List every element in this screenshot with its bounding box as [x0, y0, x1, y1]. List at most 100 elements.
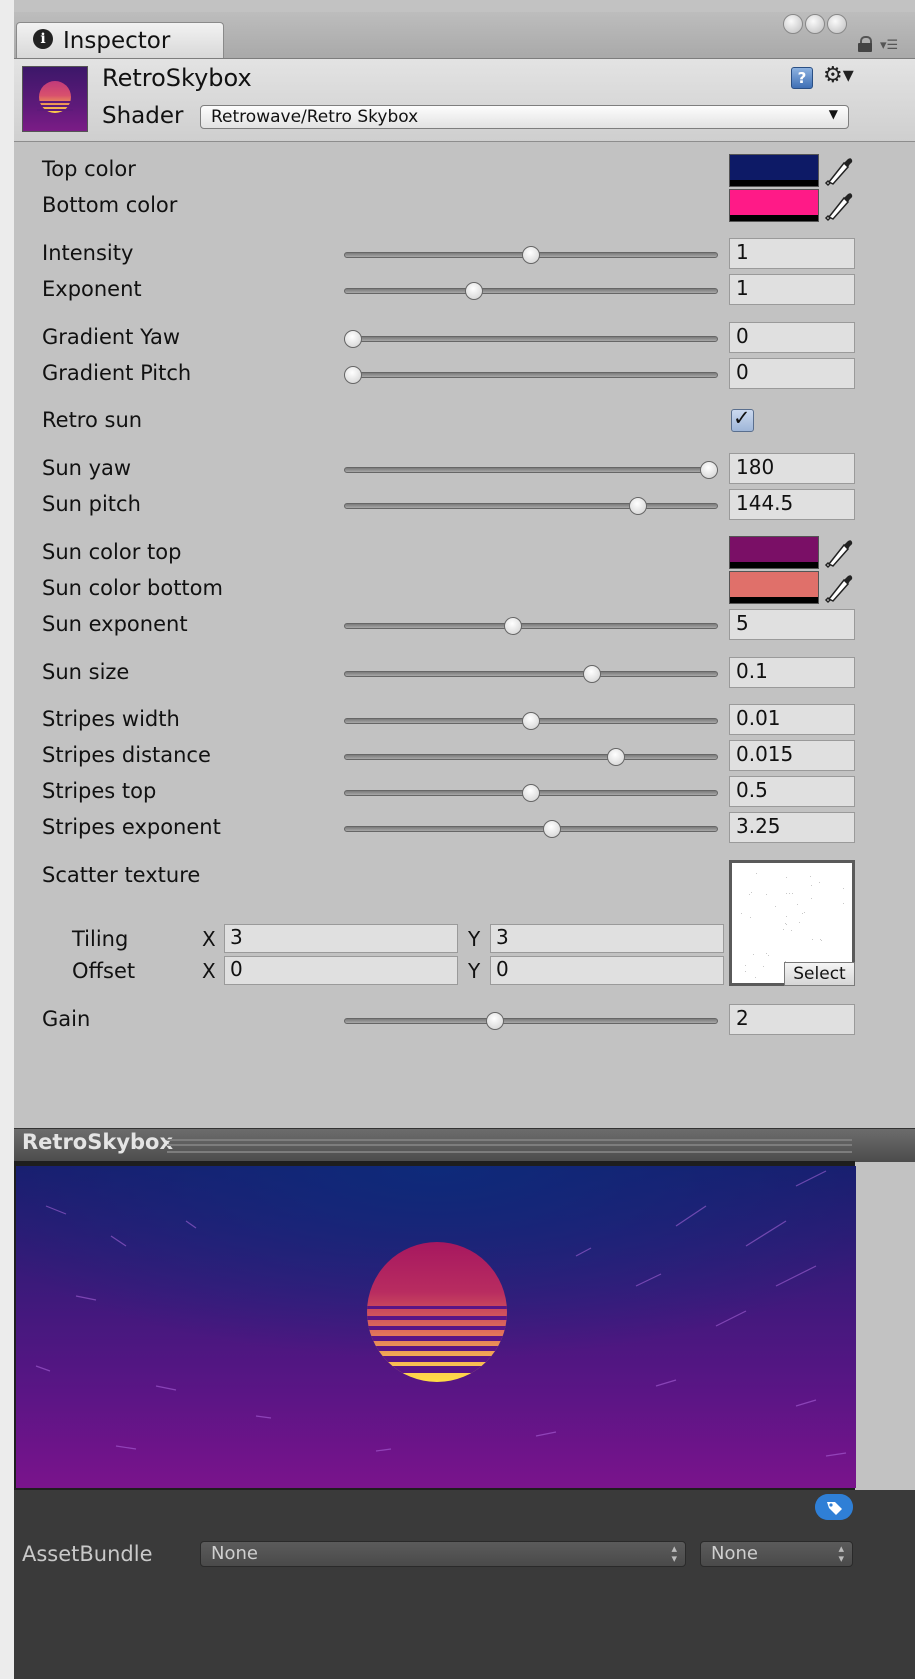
texture-speckle	[791, 893, 793, 895]
texture-speckle	[767, 954, 769, 956]
window-close-button[interactable]	[783, 14, 803, 34]
sun-size-field[interactable]: 0.1	[729, 657, 855, 688]
sun-exponent-slider[interactable]	[344, 623, 718, 629]
texture-speckle	[744, 970, 746, 972]
sun-size-slider[interactable]	[344, 671, 718, 677]
sun-yaw-slider[interactable]	[344, 467, 718, 473]
assetbundle-variant-dropdown[interactable]: None ▴ ▾	[700, 1541, 853, 1567]
texture-speckle	[786, 916, 788, 918]
texture-speckle	[786, 877, 788, 879]
eyedropper-icon[interactable]	[824, 570, 854, 604]
texture-select-button[interactable]: Select	[784, 962, 855, 986]
offset-label: Offset	[72, 959, 136, 983]
exponent-field[interactable]: 1	[729, 274, 855, 305]
gear-icon[interactable]: ⚙▾	[823, 63, 854, 88]
eyedropper-icon[interactable]	[824, 153, 854, 187]
texture-speckle	[753, 953, 755, 955]
stripes-distance-field[interactable]: 0.015	[729, 740, 855, 771]
window-minimize-button[interactable]	[805, 14, 825, 34]
window-zoom-button[interactable]	[827, 14, 847, 34]
texture-speckle	[843, 888, 845, 890]
texture-speckle	[751, 892, 753, 894]
menu-icon[interactable]: ▾☰	[880, 38, 914, 53]
bottom-color-label: Bottom color	[42, 193, 178, 217]
gradient-pitch-slider[interactable]	[344, 372, 718, 378]
exponent-slider[interactable]	[344, 288, 718, 294]
stripes-exponent-field[interactable]: 3.25	[729, 812, 855, 843]
lock-icon[interactable]	[858, 36, 872, 52]
stripes-exponent-slider[interactable]	[344, 826, 718, 832]
assetbundle-name-dropdown[interactable]: None ▴ ▾	[200, 1541, 686, 1567]
stripes-top-field[interactable]: 0.5	[729, 776, 855, 807]
tiling-x-field[interactable]: 3	[224, 924, 458, 953]
texture-speckle	[782, 928, 784, 930]
assetbundle-name-value: None	[211, 1543, 258, 1564]
sun-color-bottom-swatch[interactable]	[729, 571, 819, 604]
material-preview-thumbnail	[22, 66, 88, 132]
updown-arrow-icon: ▴ ▾	[838, 1542, 844, 1565]
stripes-width-field[interactable]: 0.01	[729, 704, 855, 735]
eyedropper-icon[interactable]	[824, 535, 854, 569]
tiling-x-label: X	[202, 927, 216, 951]
top-color-swatch[interactable]	[729, 154, 819, 187]
gradient-pitch-field[interactable]: 0	[729, 358, 855, 389]
texture-speckle	[749, 916, 751, 918]
intensity-label: Intensity	[42, 241, 134, 265]
sun-yaw-slider-thumb[interactable]	[700, 461, 718, 479]
texture-speckle	[811, 884, 813, 886]
gradient-yaw-slider-thumb[interactable]	[344, 330, 362, 348]
texture-speckle	[775, 906, 777, 908]
texture-speckle	[741, 913, 743, 915]
sun-yaw-field[interactable]: 180	[729, 453, 855, 484]
texture-speckle	[803, 911, 805, 913]
stripes-distance-slider[interactable]	[344, 754, 718, 760]
texture-speckle	[785, 923, 787, 925]
sun-pitch-label: Sun pitch	[42, 492, 141, 516]
exponent-label: Exponent	[42, 277, 142, 301]
scatter-texture-label: Scatter texture	[42, 863, 201, 887]
exponent-slider-thumb[interactable]	[465, 282, 484, 300]
material-name: RetroSkybox	[102, 64, 252, 92]
tag-icon[interactable]	[815, 1494, 853, 1520]
assetbundle-label: AssetBundle	[22, 1542, 153, 1566]
sun-exponent-label: Sun exponent	[42, 612, 188, 636]
texture-speckle	[748, 894, 750, 896]
retro-sun-checkbox[interactable]: ✓	[731, 406, 754, 432]
preview-drag-handle[interactable]	[167, 1139, 852, 1153]
sun-size-slider-thumb[interactable]	[582, 665, 601, 683]
retro-sun-label: Retro sun	[42, 408, 143, 432]
eyedropper-icon[interactable]	[824, 188, 854, 222]
sun-pitch-slider[interactable]	[344, 503, 718, 509]
sun-exponent-field[interactable]: 5	[729, 609, 855, 640]
stripes-top-slider-thumb[interactable]	[522, 784, 540, 802]
intensity-field[interactable]: 1	[729, 238, 855, 269]
sun-pitch-slider-thumb[interactable]	[628, 497, 647, 515]
skybox-preview[interactable]	[16, 1166, 856, 1488]
texture-speckle	[762, 966, 764, 968]
stripes-width-slider-thumb[interactable]	[522, 712, 540, 730]
texture-speckle	[744, 965, 746, 967]
gradient-pitch-slider-thumb[interactable]	[344, 366, 362, 384]
offset-x-field[interactable]: 0	[224, 956, 458, 985]
sun-color-top-label: Sun color top	[42, 540, 182, 564]
tab-inspector[interactable]: i Inspector	[16, 22, 224, 58]
offset-y-field[interactable]: 0	[490, 956, 724, 985]
assetbundle-footer	[14, 1490, 915, 1679]
sun-size-label: Sun size	[42, 660, 130, 684]
tab-label: Inspector	[63, 28, 171, 54]
bottom-color-swatch[interactable]	[729, 189, 819, 222]
tiling-y-field[interactable]: 3	[490, 924, 724, 953]
sun-pitch-field[interactable]: 144.5	[729, 489, 855, 520]
intensity-slider-thumb[interactable]	[522, 246, 540, 264]
gradient-yaw-slider[interactable]	[344, 336, 718, 342]
gain-field[interactable]: 2	[729, 1004, 855, 1035]
texture-speckle	[785, 893, 787, 895]
checkmark-icon: ✓	[733, 406, 751, 430]
shader-dropdown[interactable]: Retrowave/Retro Skybox ▼	[200, 105, 849, 129]
sun-color-top-swatch[interactable]	[729, 536, 819, 569]
texture-speckle	[842, 903, 844, 905]
stripes-width-label: Stripes width	[42, 707, 180, 731]
gain-slider[interactable]	[344, 1018, 718, 1024]
gradient-yaw-field[interactable]: 0	[729, 322, 855, 353]
help-icon[interactable]: ?	[791, 67, 813, 89]
